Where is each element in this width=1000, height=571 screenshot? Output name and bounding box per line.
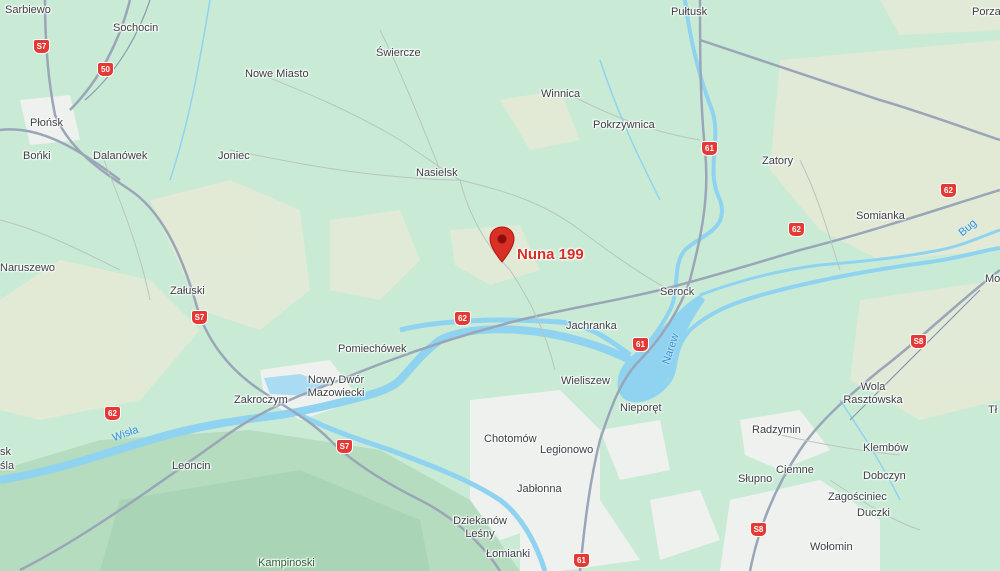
place-label-wolomin[interactable]: Wołomin bbox=[810, 541, 853, 554]
marker-label[interactable]: Nuna 199 bbox=[517, 246, 584, 263]
road-shield-62: 62 bbox=[788, 222, 805, 237]
place-label-wola-rasztowska[interactable]: Wola Rasztowska bbox=[842, 381, 904, 407]
place-label-kampinoski[interactable]: Kampinoski bbox=[258, 557, 315, 570]
place-label-plonsk[interactable]: Płońsk bbox=[30, 117, 63, 130]
place-label-serock[interactable]: Serock bbox=[660, 286, 694, 299]
place-label-porza[interactable]: Porza bbox=[972, 6, 1000, 19]
place-label-pokrzywnica[interactable]: Pokrzywnica bbox=[593, 119, 655, 132]
place-label-dziekanow-lesny[interactable]: Dziekanów Leśny bbox=[448, 515, 512, 541]
place-label-joniec[interactable]: Joniec bbox=[218, 150, 250, 163]
road-shield-s8: S8 bbox=[750, 522, 767, 537]
place-label-nowy-dwor: Nowy Dwór bbox=[307, 374, 365, 386]
place-label-winnica[interactable]: Winnica bbox=[541, 88, 580, 101]
place-label-wola: Wola bbox=[860, 381, 886, 393]
road-shield-s7: S7 bbox=[191, 310, 208, 325]
place-label-jachranka[interactable]: Jachranka bbox=[566, 320, 617, 333]
place-label-nasielsk[interactable]: Nasielsk bbox=[416, 167, 458, 180]
place-label-lesny: Leśny bbox=[465, 528, 495, 540]
road-shield-61: 61 bbox=[573, 553, 590, 568]
place-label-swiercze[interactable]: Świercze bbox=[376, 47, 421, 60]
place-label-nowy-dwor-mazowiecki[interactable]: Nowy Dwór Mazowiecki bbox=[303, 374, 369, 400]
place-label-naruszewo[interactable]: Naruszewo bbox=[0, 262, 55, 275]
place-label-dalanowek[interactable]: Dalanówek bbox=[93, 150, 147, 163]
place-label-leoncin[interactable]: Leoncin bbox=[172, 460, 211, 473]
road-shield-s7: S7 bbox=[33, 39, 50, 54]
map-base-layer bbox=[0, 0, 1000, 571]
place-label-pultusk[interactable]: Pułtusk bbox=[671, 6, 707, 19]
road-shield-61: 61 bbox=[701, 141, 718, 156]
place-label-dziekanow: Dziekanów bbox=[453, 515, 507, 527]
place-label-lomianki[interactable]: Łomianki bbox=[486, 548, 530, 561]
place-label-klembow[interactable]: Klembów bbox=[863, 442, 908, 455]
map-canvas[interactable]: Wisła Narew Bug S7 50 61 62 62 S7 62 61 … bbox=[0, 0, 1000, 571]
place-label-sk[interactable]: sk bbox=[0, 446, 11, 459]
place-label-slupno[interactable]: Słupno bbox=[738, 473, 772, 486]
road-shield-50: 50 bbox=[97, 62, 114, 77]
place-label-duczki[interactable]: Duczki bbox=[857, 507, 890, 520]
place-label-nowe-miasto[interactable]: Nowe Miasto bbox=[245, 68, 309, 81]
road-shield-62: 62 bbox=[940, 183, 957, 198]
place-label-somianka[interactable]: Somianka bbox=[856, 210, 905, 223]
place-label-wieliszew[interactable]: Wieliszew bbox=[561, 375, 610, 388]
road-shield-61: 61 bbox=[632, 337, 649, 352]
place-label-sarbiewo[interactable]: Sarbiewo bbox=[5, 4, 51, 17]
place-label-jablonna[interactable]: Jabłonna bbox=[517, 483, 562, 496]
place-label-mo[interactable]: Mo bbox=[985, 273, 1000, 286]
road-shield-62: 62 bbox=[454, 311, 471, 326]
road-shield-62: 62 bbox=[104, 406, 121, 421]
place-label-zaluski[interactable]: Załuski bbox=[170, 285, 205, 298]
place-label-dobczyn[interactable]: Dobczyn bbox=[863, 470, 906, 483]
place-label-legionowo[interactable]: Legionowo bbox=[540, 444, 593, 457]
road-shield-s7: S7 bbox=[336, 439, 353, 454]
place-label-radzymin[interactable]: Radzymin bbox=[752, 424, 801, 437]
place-label-ciemne[interactable]: Ciemne bbox=[776, 464, 814, 477]
place-label-pomiechowek[interactable]: Pomiechówek bbox=[338, 343, 406, 356]
place-label-sochocin[interactable]: Sochocin bbox=[113, 22, 158, 35]
location-pin-icon[interactable] bbox=[489, 226, 515, 264]
place-label-nieporet[interactable]: Nieporęt bbox=[620, 402, 662, 415]
place-label-tl[interactable]: Tł bbox=[988, 404, 997, 417]
place-label-chotomow[interactable]: Chotomów bbox=[484, 433, 537, 446]
place-label-zagosciniec[interactable]: Zagościniec bbox=[828, 491, 887, 504]
place-label-rasztowska: Rasztowska bbox=[843, 394, 903, 406]
place-label-mazowiecki: Mazowiecki bbox=[307, 387, 365, 399]
road-shield-s8: S8 bbox=[910, 334, 927, 349]
place-label-zakroczym[interactable]: Zakroczym bbox=[234, 394, 288, 407]
place-label-sla[interactable]: śla bbox=[0, 460, 14, 473]
place-label-bonki[interactable]: Bońki bbox=[23, 150, 51, 163]
place-label-zatory[interactable]: Zatory bbox=[762, 155, 793, 168]
